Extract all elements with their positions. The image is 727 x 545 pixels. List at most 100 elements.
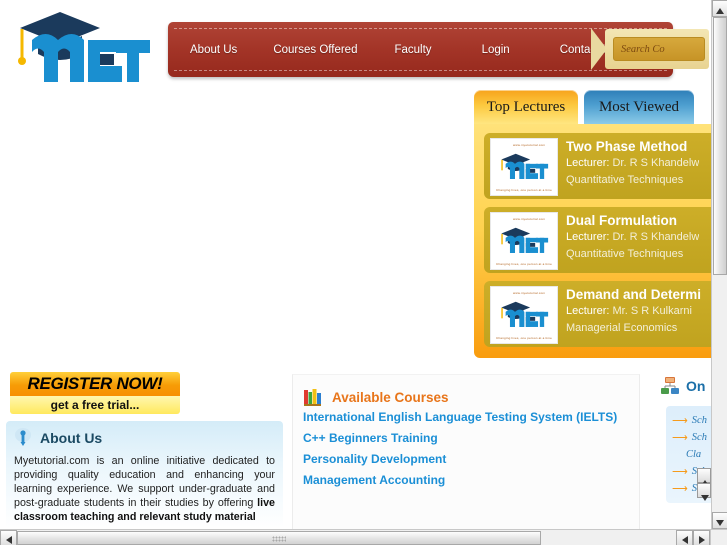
lecture-thumbnail: www.myetutorial.com Changing lives, one … bbox=[490, 286, 558, 344]
lecture-title: Dual Formulation bbox=[566, 213, 677, 228]
logo-wordmark bbox=[32, 34, 150, 82]
triangle-down-icon bbox=[701, 488, 709, 506]
about-title: About Us bbox=[40, 430, 103, 446]
left-column: REGISTER NOW! get a free trial... About … bbox=[6, 372, 283, 528]
online-title: On bbox=[686, 378, 706, 394]
info-bulb-icon bbox=[15, 428, 31, 446]
online-item-label: Sch bbox=[691, 415, 707, 426]
tab-top-lectures[interactable]: Top Lectures bbox=[474, 90, 578, 124]
lecture-subject: Managerial Economics bbox=[566, 322, 678, 334]
scroll-up-button[interactable] bbox=[697, 468, 711, 486]
arrow-right-icon: ⟶ bbox=[672, 415, 688, 427]
online-list-item[interactable]: Cla bbox=[666, 446, 711, 463]
courses-title: Available Courses bbox=[332, 389, 449, 405]
lecture-thumbnail: www.myetutorial.com Changing lives, one … bbox=[490, 212, 558, 270]
tab-most-viewed[interactable]: Most Viewed bbox=[584, 90, 694, 124]
arrow-right-icon: ⟶ bbox=[672, 483, 688, 495]
online-list-item[interactable]: ⟶ Sch bbox=[666, 412, 711, 429]
page-content: About Us Courses Offered Faculty Login C… bbox=[0, 0, 711, 529]
scrollbar-right-button[interactable] bbox=[693, 530, 710, 545]
vertical-scrollbar[interactable] bbox=[711, 0, 727, 529]
lecture-info: Dual Formulation Lecturer: Dr. R S Khand… bbox=[566, 212, 699, 268]
available-courses-panel: Available Courses International English … bbox=[292, 374, 640, 529]
online-list-item[interactable]: ⟶ Sch bbox=[666, 429, 711, 446]
horizontal-scrollbar-thumb[interactable] bbox=[17, 531, 541, 545]
search-input[interactable]: Search Co bbox=[613, 37, 705, 61]
register-subline: get a free trial... bbox=[10, 396, 180, 414]
about-us-box: About Us Myetutorial.com is an online in… bbox=[6, 421, 283, 528]
lecturer-name: Dr. R S Khandelw bbox=[612, 231, 700, 243]
network-icon bbox=[661, 377, 679, 394]
triangle-left-icon bbox=[1, 531, 12, 545]
nav-list: About Us Courses Offered Faculty Login C… bbox=[168, 22, 617, 77]
courses-header: Available Courses bbox=[303, 387, 629, 407]
online-list-scroll-buttons bbox=[697, 468, 711, 501]
nav-item-faculty[interactable]: Faculty bbox=[394, 44, 431, 56]
lecture-subject: Quantitative Techniques bbox=[566, 174, 684, 186]
scrollbar-grip bbox=[272, 536, 286, 542]
lecture-title: Demand and Determi bbox=[566, 287, 702, 302]
nav-item-courses-offered[interactable]: Courses Offered bbox=[273, 44, 357, 56]
horizontal-scrollbar[interactable] bbox=[0, 529, 727, 545]
nav-item-about-us[interactable]: About Us bbox=[190, 44, 237, 56]
lecture-lecturer: Lecturer: Dr. R S Khandelw bbox=[566, 155, 699, 172]
register-now-banner[interactable]: REGISTER NOW! get a free trial... bbox=[10, 372, 180, 414]
books-icon bbox=[304, 389, 321, 406]
thumb-bottom-text: Changing lives, one person at a time bbox=[496, 262, 552, 266]
graduation-cap-icon bbox=[18, 12, 100, 65]
triangle-left-icon bbox=[677, 531, 688, 545]
scrollbar-corner bbox=[710, 529, 727, 545]
triangle-down-icon bbox=[713, 513, 724, 530]
lecture-thumbnail: www.myetutorial.com Changing lives, one … bbox=[490, 138, 558, 196]
register-headline: REGISTER NOW! bbox=[10, 372, 180, 396]
lecturer-name: Dr. R S Khandelw bbox=[612, 157, 700, 169]
lecture-card[interactable]: www.myetutorial.com Changing lives, one … bbox=[484, 133, 711, 199]
course-link-cpp[interactable]: C++ Beginners Training bbox=[303, 428, 629, 449]
site-logo[interactable] bbox=[8, 6, 158, 86]
lecture-info: Demand and Determi Lecturer: Mr. S R Kul… bbox=[566, 286, 701, 342]
scrollbar-down-button[interactable] bbox=[712, 512, 727, 529]
lectures-panel: Top Lectures Most Viewed www.myetutorial… bbox=[474, 90, 711, 358]
arrow-right-icon: ⟶ bbox=[672, 432, 688, 444]
lectures-list: www.myetutorial.com Changing lives, one … bbox=[474, 124, 711, 358]
lecturer-label: Lecturer: bbox=[566, 157, 610, 169]
browser-viewport: About Us Courses Offered Faculty Login C… bbox=[0, 0, 727, 545]
lectures-tabs: Top Lectures Most Viewed bbox=[474, 90, 711, 124]
nav-item-login[interactable]: Login bbox=[482, 44, 510, 56]
about-paragraph-lead: Myetutorial.com is an online initiative … bbox=[14, 455, 275, 509]
triangle-right-icon bbox=[694, 531, 705, 545]
course-link-personality-development[interactable]: Personality Development bbox=[303, 449, 629, 470]
arrow-right-icon: ⟶ bbox=[672, 466, 688, 478]
scroll-down-button[interactable] bbox=[697, 483, 711, 501]
search-area: Search Co bbox=[591, 28, 711, 70]
lecturer-label: Lecturer: bbox=[566, 231, 610, 243]
online-header: On bbox=[652, 374, 711, 398]
scrollbar-left-button-secondary[interactable] bbox=[676, 530, 693, 545]
vertical-scrollbar-thumb[interactable] bbox=[713, 17, 727, 275]
lecture-lecturer: Lecturer: Mr. S R Kulkarni bbox=[566, 303, 701, 320]
lecturer-label: Lecturer: bbox=[566, 305, 610, 317]
course-link-ielts[interactable]: International English Language Testing S… bbox=[303, 407, 629, 428]
course-link-management-accounting[interactable]: Management Accounting bbox=[303, 470, 629, 491]
scrollbar-left-button[interactable] bbox=[0, 530, 17, 545]
online-item-label: Cla bbox=[686, 449, 702, 460]
lower-section: REGISTER NOW! get a free trial... About … bbox=[0, 372, 711, 529]
main-navigation: About Us Courses Offered Faculty Login C… bbox=[168, 22, 709, 77]
lecture-subject: Quantitative Techniques bbox=[566, 248, 684, 260]
thumb-bottom-text: Changing lives, one person at a time bbox=[496, 336, 552, 340]
site-header: About Us Courses Offered Faculty Login C… bbox=[0, 0, 711, 88]
search-box: Search Co bbox=[605, 29, 709, 69]
online-item-label: Sch bbox=[691, 432, 707, 443]
lecture-title: Two Phase Method bbox=[566, 139, 688, 154]
lecture-card[interactable]: www.myetutorial.com Changing lives, one … bbox=[484, 281, 711, 347]
thumb-bottom-text: Changing lives, one person at a time bbox=[496, 188, 552, 192]
lecturer-name: Mr. S R Kulkarni bbox=[612, 305, 692, 317]
triangle-up-icon bbox=[713, 1, 724, 18]
about-paragraph: Myetutorial.com is an online initiative … bbox=[14, 454, 275, 524]
scrollbar-up-button[interactable] bbox=[712, 0, 727, 17]
online-panel: On ⟶ Sch ⟶ Sch Cla ⟶ ⟶ bbox=[652, 374, 711, 529]
about-header: About Us bbox=[14, 427, 275, 449]
lecture-info: Two Phase Method Lecturer: Dr. R S Khand… bbox=[566, 138, 699, 194]
lecture-lecturer: Lecturer: Dr. R S Khandelw bbox=[566, 229, 699, 246]
lecture-card[interactable]: www.myetutorial.com Changing lives, one … bbox=[484, 207, 711, 273]
